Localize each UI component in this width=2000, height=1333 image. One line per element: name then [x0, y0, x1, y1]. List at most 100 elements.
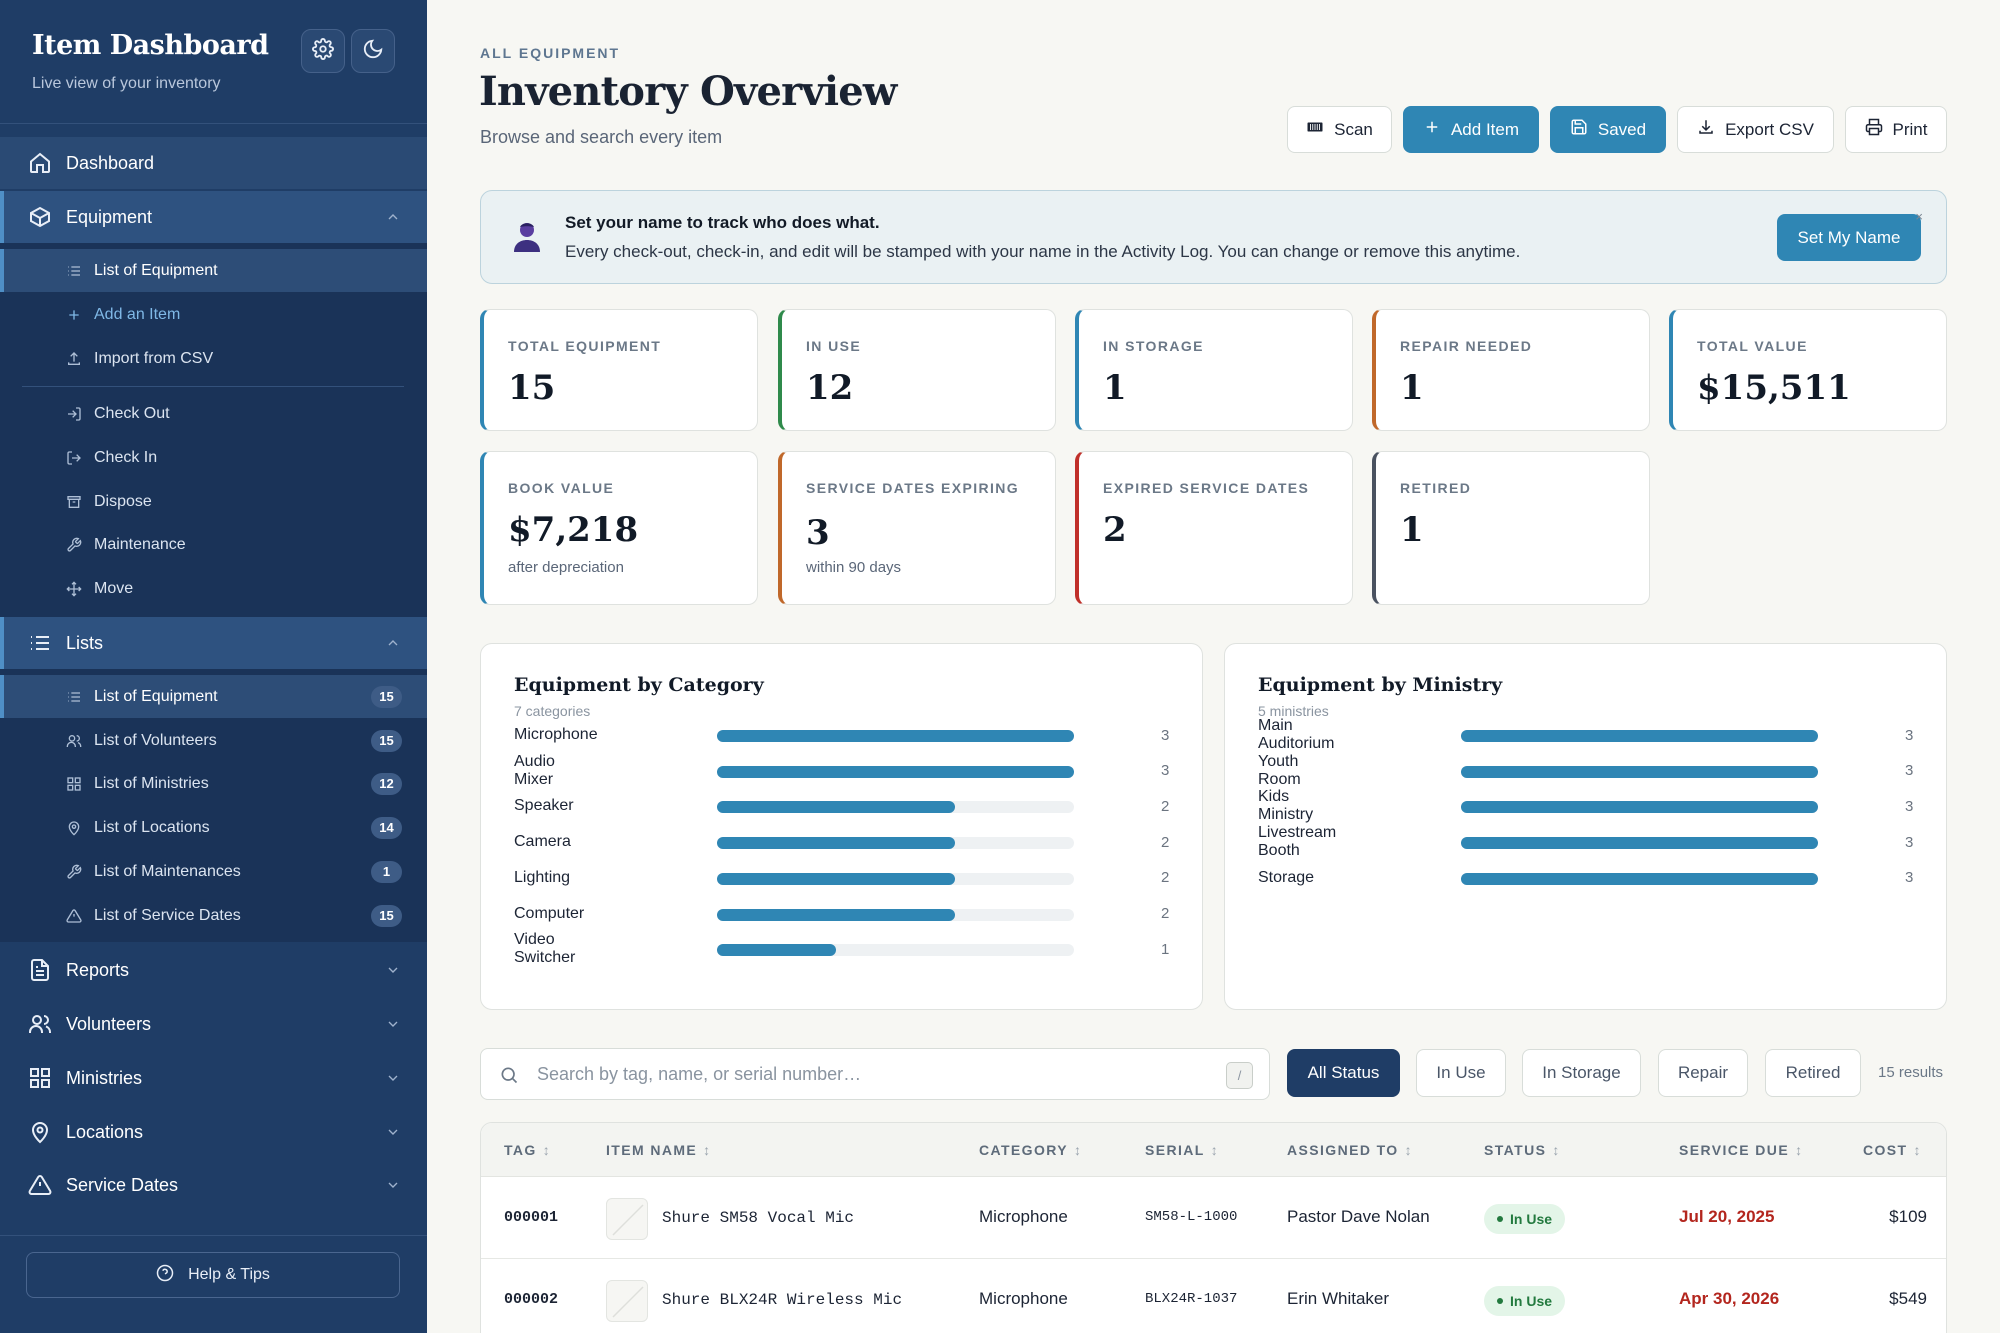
column-header-category[interactable]: CATEGORY ↕	[979, 1142, 1081, 1158]
nav-lists-equipment[interactable]: List of Equipment 15	[0, 675, 427, 718]
bar-label: Audio Mixer	[514, 752, 555, 788]
nav-add-item[interactable]: Add an Item	[0, 293, 427, 336]
bar-count: 2	[1161, 833, 1170, 851]
column-header-serial[interactable]: SERIAL ↕	[1145, 1142, 1218, 1158]
column-label: COST	[1863, 1142, 1908, 1158]
nav-item-label: List of Locations	[94, 818, 210, 836]
bar-track	[717, 908, 1074, 921]
filter-retired[interactable]: Retired	[1765, 1049, 1861, 1097]
cell-service-due: Jul 20, 2025	[1679, 1207, 1775, 1226]
search-input[interactable]	[537, 1059, 1187, 1089]
bar-count: 3	[1905, 726, 1914, 744]
nav-check-out[interactable]: Check Out	[0, 392, 427, 435]
help-tips-button[interactable]: Help & Tips	[26, 1252, 400, 1298]
stat-subtext: after depreciation	[508, 559, 624, 576]
nav-dashboard[interactable]: Dashboard	[0, 137, 427, 189]
stat-label: SERVICE DATES EXPIRING	[806, 480, 1020, 496]
nav-list-of-equipment[interactable]: List of Equipment	[0, 249, 427, 292]
bar-count: 3	[1905, 762, 1914, 780]
bar-count: 2	[1161, 797, 1170, 815]
bar-label: Computer	[514, 904, 585, 922]
close-icon[interactable]: ×	[1915, 209, 1923, 224]
column-header-tag[interactable]: TAG ↕	[504, 1142, 550, 1158]
nav-service-dates-label: Service Dates	[66, 1174, 179, 1195]
map-pin-icon	[28, 1120, 52, 1144]
table-row[interactable]: 000002 Shure BLX24R Wireless Mic Microph…	[481, 1260, 1946, 1333]
cell-item-name[interactable]: Shure SM58 Vocal Mic	[662, 1209, 854, 1227]
column-label: SERVICE DUE	[1679, 1142, 1790, 1158]
scan-button[interactable]: Scan	[1287, 106, 1392, 153]
column-header-item-name[interactable]: ITEM NAME ↕	[606, 1142, 710, 1158]
grid-icon	[28, 1066, 52, 1090]
item-thumbnail	[606, 1198, 648, 1240]
bar-fill	[717, 872, 955, 885]
bar-count: 3	[1161, 726, 1170, 744]
stat-card-service-dates-expiring: SERVICE DATES EXPIRING 3 within 90 days	[778, 451, 1056, 605]
nav-item-label: Check In	[94, 448, 158, 466]
filter-in-use[interactable]: In Use	[1416, 1049, 1506, 1097]
bar-label: Youth Room	[1258, 752, 1301, 788]
nav-locations[interactable]: Locations	[0, 1106, 427, 1158]
bar-fill	[1461, 837, 1818, 850]
nav-service-dates[interactable]: Service Dates	[0, 1159, 427, 1211]
nav-move[interactable]: Move	[0, 567, 427, 610]
column-label: ITEM NAME	[606, 1142, 698, 1158]
column-header-cost[interactable]: COST ↕	[1863, 1142, 1921, 1158]
nav-lists-maintenances[interactable]: List of Maintenances 1	[0, 850, 427, 893]
help-label: Help & Tips	[188, 1266, 270, 1283]
nav-item-label: List of Ministries	[94, 774, 209, 792]
bar-count: 3	[1161, 762, 1170, 780]
status-dot	[1497, 1216, 1503, 1222]
nav-reports-label: Reports	[66, 959, 130, 980]
count-badge: 15	[371, 729, 402, 752]
ministry-panel: Equipment by Ministry 5 ministries Main …	[1224, 643, 1947, 1010]
theme-toggle-button[interactable]	[351, 29, 395, 73]
divider	[0, 1235, 427, 1236]
nav-reports[interactable]: Reports	[0, 944, 427, 996]
page-subtitle: Browse and search every item	[480, 127, 723, 147]
status-label: In Use	[1510, 1211, 1553, 1227]
nav-lists[interactable]: Lists	[0, 617, 427, 669]
bar-label: Camera	[514, 833, 571, 851]
settings-button[interactable]	[301, 29, 345, 73]
set-name-banner: Set your name to track who does what. Ev…	[480, 190, 1947, 284]
print-button[interactable]: Print	[1845, 106, 1947, 153]
nav-import-csv[interactable]: Import from CSV	[0, 337, 427, 380]
filter-all-status[interactable]: All Status	[1287, 1049, 1400, 1097]
column-header-assigned-to[interactable]: ASSIGNED TO ↕	[1287, 1142, 1412, 1158]
nav-check-in[interactable]: Check In	[0, 436, 427, 479]
bar-label: Microphone	[514, 726, 598, 743]
column-header-service-due[interactable]: SERVICE DUE ↕	[1679, 1142, 1802, 1158]
results-count: 15 results	[1878, 1064, 1944, 1081]
table-header: TAG ↕ ITEM NAME ↕ CATEGORY ↕ SERIAL ↕ ASSIGN…	[481, 1123, 1946, 1177]
nav-lists-locations[interactable]: List of Locations 14	[0, 806, 427, 849]
saved-label: Saved	[1597, 119, 1647, 139]
nav-lists-volunteers[interactable]: List of Volunteers 15	[0, 719, 427, 762]
cell-tag: 000002	[504, 1291, 559, 1308]
bar-label: Speaker	[514, 797, 574, 815]
nav-lists-service-dates[interactable]: List of Service Dates 15	[0, 894, 427, 937]
table-row[interactable]: 000001 Shure SM58 Vocal Mic Microphone S…	[481, 1178, 1946, 1259]
stat-card-total-value: TOTAL VALUE $15,511	[1669, 309, 1947, 431]
filter-in-storage[interactable]: In Storage	[1522, 1049, 1641, 1097]
nav-maintenance[interactable]: Maintenance	[0, 523, 427, 566]
add-item-label: Add Item	[1450, 119, 1520, 139]
chevron-down-icon	[385, 1070, 401, 1086]
cell-item-name[interactable]: Shure BLX24R Wireless Mic	[662, 1291, 902, 1309]
bar-track	[717, 837, 1074, 850]
count-badge: 15	[371, 685, 402, 708]
stat-label: RETIRED	[1400, 480, 1472, 496]
set-my-name-button[interactable]: Set My Name	[1777, 214, 1921, 261]
add-item-button[interactable]: Add Item	[1403, 106, 1539, 153]
nav-ministries[interactable]: Ministries	[0, 1052, 427, 1104]
column-header-status[interactable]: STATUS ↕	[1484, 1142, 1559, 1158]
nav-lists-ministries[interactable]: List of Ministries 12	[0, 762, 427, 805]
nav-dispose[interactable]: Dispose	[0, 480, 427, 523]
export-csv-button[interactable]: Export CSV	[1677, 106, 1834, 153]
saved-button[interactable]: Saved	[1550, 106, 1666, 153]
filter-repair[interactable]: Repair	[1658, 1049, 1748, 1097]
nav-item-label: Dispose	[94, 492, 152, 510]
nav-equipment[interactable]: Equipment	[0, 191, 427, 243]
nav-volunteers[interactable]: Volunteers	[0, 998, 427, 1050]
bar-count: 2	[1161, 869, 1170, 887]
